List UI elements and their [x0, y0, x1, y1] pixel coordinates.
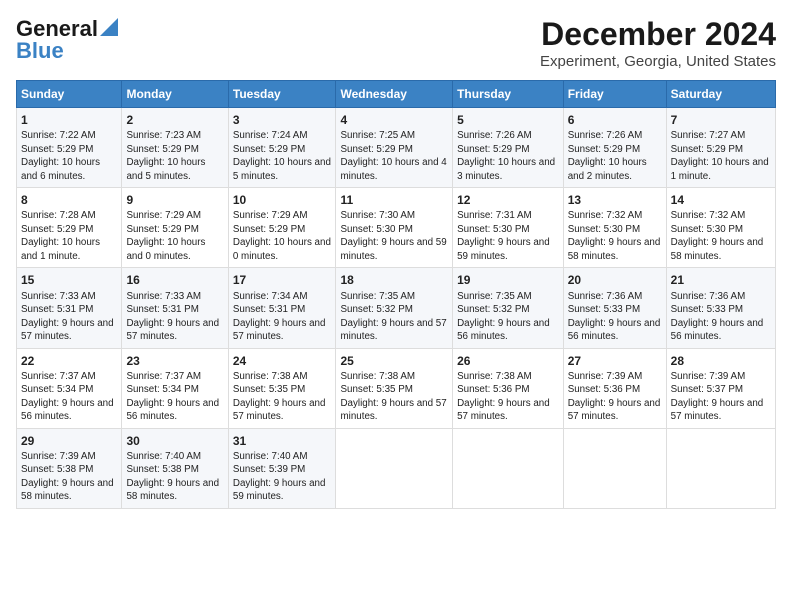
- day-number: 2: [126, 112, 223, 128]
- day-number: 30: [126, 433, 223, 449]
- col-wednesday: Wednesday: [336, 81, 453, 108]
- day-number: 9: [126, 192, 223, 208]
- calendar-table: Sunday Monday Tuesday Wednesday Thursday…: [16, 80, 776, 509]
- day-number: 19: [457, 272, 559, 288]
- table-row: 3 Sunrise: 7:24 AM Sunset: 5:29 PM Dayli…: [228, 108, 336, 188]
- table-row: 13 Sunrise: 7:32 AM Sunset: 5:30 PM Dayl…: [563, 188, 666, 268]
- day-number: 5: [457, 112, 559, 128]
- table-row: 18 Sunrise: 7:35 AM Sunset: 5:32 PM Dayl…: [336, 268, 453, 348]
- day-number: 29: [21, 433, 117, 449]
- logo-blue: Blue: [16, 38, 64, 64]
- logo: General Blue: [16, 16, 118, 64]
- table-row: 9 Sunrise: 7:29 AM Sunset: 5:29 PM Dayli…: [122, 188, 228, 268]
- table-row: 11 Sunrise: 7:30 AM Sunset: 5:30 PM Dayl…: [336, 188, 453, 268]
- day-number: 8: [21, 192, 117, 208]
- day-number: 31: [233, 433, 332, 449]
- day-number: 14: [671, 192, 771, 208]
- calendar-header: Sunday Monday Tuesday Wednesday Thursday…: [17, 81, 776, 108]
- table-row: 7 Sunrise: 7:27 AM Sunset: 5:29 PM Dayli…: [666, 108, 775, 188]
- table-row: 6 Sunrise: 7:26 AM Sunset: 5:29 PM Dayli…: [563, 108, 666, 188]
- day-number: 3: [233, 112, 332, 128]
- day-number: 1: [21, 112, 117, 128]
- table-row: 1 Sunrise: 7:22 AM Sunset: 5:29 PM Dayli…: [17, 108, 122, 188]
- calendar-container: General Blue December 2024 Experiment, G…: [0, 0, 792, 517]
- day-number: 26: [457, 353, 559, 369]
- day-number: 13: [568, 192, 662, 208]
- table-row: 12 Sunrise: 7:31 AM Sunset: 5:30 PM Dayl…: [453, 188, 564, 268]
- table-row: 5 Sunrise: 7:26 AM Sunset: 5:29 PM Dayli…: [453, 108, 564, 188]
- table-row: 28 Sunrise: 7:39 AM Sunset: 5:37 PM Dayl…: [666, 348, 775, 428]
- day-number: 6: [568, 112, 662, 128]
- table-row: 25 Sunrise: 7:38 AM Sunset: 5:35 PM Dayl…: [336, 348, 453, 428]
- table-row: 14 Sunrise: 7:32 AM Sunset: 5:30 PM Dayl…: [666, 188, 775, 268]
- calendar-subtitle: Experiment, Georgia, United States: [540, 53, 776, 70]
- table-row: [563, 428, 666, 508]
- table-row: 23 Sunrise: 7:37 AM Sunset: 5:34 PM Dayl…: [122, 348, 228, 428]
- table-row: [666, 428, 775, 508]
- title-block: December 2024 Experiment, Georgia, Unite…: [540, 16, 776, 70]
- col-monday: Monday: [122, 81, 228, 108]
- calendar-body: 1 Sunrise: 7:22 AM Sunset: 5:29 PM Dayli…: [17, 108, 776, 509]
- table-row: 31 Sunrise: 7:40 AM Sunset: 5:39 PM Dayl…: [228, 428, 336, 508]
- table-row: [453, 428, 564, 508]
- day-number: 27: [568, 353, 662, 369]
- day-number: 12: [457, 192, 559, 208]
- table-row: 24 Sunrise: 7:38 AM Sunset: 5:35 PM Dayl…: [228, 348, 336, 428]
- table-row: 16 Sunrise: 7:33 AM Sunset: 5:31 PM Dayl…: [122, 268, 228, 348]
- col-friday: Friday: [563, 81, 666, 108]
- table-row: 20 Sunrise: 7:36 AM Sunset: 5:33 PM Dayl…: [563, 268, 666, 348]
- day-number: 11: [340, 192, 448, 208]
- col-thursday: Thursday: [453, 81, 564, 108]
- table-row: 27 Sunrise: 7:39 AM Sunset: 5:36 PM Dayl…: [563, 348, 666, 428]
- table-row: 19 Sunrise: 7:35 AM Sunset: 5:32 PM Dayl…: [453, 268, 564, 348]
- day-number: 17: [233, 272, 332, 288]
- table-row: 21 Sunrise: 7:36 AM Sunset: 5:33 PM Dayl…: [666, 268, 775, 348]
- table-row: 26 Sunrise: 7:38 AM Sunset: 5:36 PM Dayl…: [453, 348, 564, 428]
- table-row: 2 Sunrise: 7:23 AM Sunset: 5:29 PM Dayli…: [122, 108, 228, 188]
- table-row: 4 Sunrise: 7:25 AM Sunset: 5:29 PM Dayli…: [336, 108, 453, 188]
- table-row: 8 Sunrise: 7:28 AM Sunset: 5:29 PM Dayli…: [17, 188, 122, 268]
- day-number: 4: [340, 112, 448, 128]
- day-number: 28: [671, 353, 771, 369]
- day-number: 23: [126, 353, 223, 369]
- day-number: 15: [21, 272, 117, 288]
- table-row: 17 Sunrise: 7:34 AM Sunset: 5:31 PM Dayl…: [228, 268, 336, 348]
- day-number: 22: [21, 353, 117, 369]
- day-number: 21: [671, 272, 771, 288]
- day-number: 7: [671, 112, 771, 128]
- day-number: 18: [340, 272, 448, 288]
- col-tuesday: Tuesday: [228, 81, 336, 108]
- day-number: 24: [233, 353, 332, 369]
- calendar-title: December 2024: [540, 16, 776, 53]
- day-number: 20: [568, 272, 662, 288]
- table-row: [336, 428, 453, 508]
- table-row: 10 Sunrise: 7:29 AM Sunset: 5:29 PM Dayl…: [228, 188, 336, 268]
- day-number: 16: [126, 272, 223, 288]
- col-saturday: Saturday: [666, 81, 775, 108]
- day-number: 10: [233, 192, 332, 208]
- day-number: 25: [340, 353, 448, 369]
- col-sunday: Sunday: [17, 81, 122, 108]
- logo-icon: [100, 18, 118, 36]
- table-row: 15 Sunrise: 7:33 AM Sunset: 5:31 PM Dayl…: [17, 268, 122, 348]
- header: General Blue December 2024 Experiment, G…: [16, 16, 776, 70]
- table-row: 29 Sunrise: 7:39 AM Sunset: 5:38 PM Dayl…: [17, 428, 122, 508]
- table-row: 30 Sunrise: 7:40 AM Sunset: 5:38 PM Dayl…: [122, 428, 228, 508]
- table-row: 22 Sunrise: 7:37 AM Sunset: 5:34 PM Dayl…: [17, 348, 122, 428]
